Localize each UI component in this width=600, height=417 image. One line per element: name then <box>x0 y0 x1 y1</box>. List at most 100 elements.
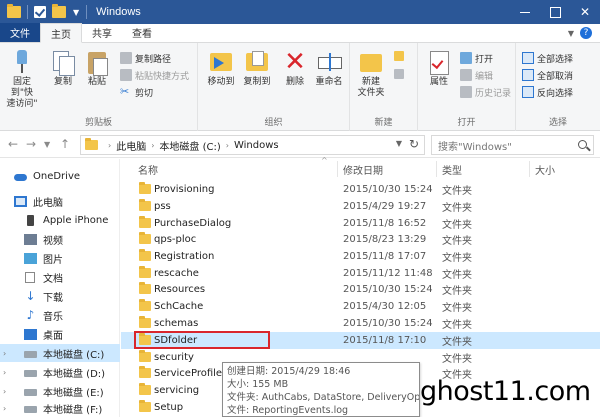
column-divider[interactable] <box>529 161 530 177</box>
select-all-label: 全部选择 <box>537 54 574 65</box>
new-item-icon[interactable] <box>394 51 404 61</box>
copy-to-button[interactable]: 复制到 <box>240 49 274 88</box>
open-icon <box>460 52 472 64</box>
search-icon[interactable] <box>578 140 587 149</box>
maximize-button[interactable] <box>540 0 570 24</box>
nav-item-apple-iphone[interactable]: Apple iPhone <box>0 211 120 229</box>
nav-item-music[interactable]: ♪ 音乐 <box>0 306 120 324</box>
new-folder-button[interactable]: 新建 文件夹 <box>354 49 388 99</box>
select-none-button[interactable]: 全部取消 <box>522 68 573 82</box>
table-row[interactable]: Resources 2015/10/30 15:24 文件夹 <box>121 281 600 298</box>
folder-icon <box>139 316 151 328</box>
open-button[interactable]: 打开 <box>460 51 493 65</box>
scissors-icon: ✂ <box>120 85 130 98</box>
close-button[interactable]: ✕ <box>570 0 600 24</box>
chevron-down-icon[interactable]: ▼ <box>568 29 574 38</box>
breadcrumb-separator[interactable]: › <box>226 141 229 150</box>
breadcrumb-separator[interactable]: › <box>151 141 154 150</box>
breadcrumb-separator[interactable]: › <box>108 141 111 150</box>
paste-button[interactable]: 粘贴 <box>80 49 114 88</box>
nav-item-videos[interactable]: 视频 <box>0 230 120 248</box>
rename-button[interactable]: 重命名 <box>312 49 346 88</box>
copy-path-button[interactable]: 复制路径 <box>120 51 171 65</box>
nav-item-this-pc[interactable]: 此电脑 <box>0 192 120 210</box>
tab-home[interactable]: 主页 <box>40 23 82 43</box>
nav-item-documents[interactable]: 文档 <box>0 268 120 286</box>
column-header-name[interactable]: 名称 <box>138 162 158 177</box>
table-row[interactable]: PurchaseDialog 2015/11/8 16:52 文件夹 <box>121 215 600 232</box>
table-row[interactable]: pss 2015/4/29 19:27 文件夹 <box>121 198 600 215</box>
select-all-button[interactable]: 全部选择 <box>522 51 573 65</box>
nav-item-downloads[interactable]: ↓ 下载 <box>0 287 120 305</box>
breadcrumb-windows[interactable]: Windows <box>234 140 279 151</box>
table-row[interactable]: Registration 2015/11/8 17:07 文件夹 <box>121 248 600 265</box>
nav-item-label: 本地磁盘 (D:) <box>43 368 106 380</box>
chevron-right-icon[interactable]: › <box>3 368 6 377</box>
help-icon[interactable]: ? <box>580 27 592 39</box>
refresh-icon[interactable]: ↻ <box>409 137 419 151</box>
breadcrumb-this-pc[interactable]: 此电脑 <box>116 138 146 153</box>
forward-arrow-icon[interactable]: → <box>26 137 36 151</box>
column-header-size[interactable]: 大小 <box>535 162 555 177</box>
quick-access-toolbar: ▼ <box>0 0 90 24</box>
delete-button[interactable]: ✕ 删除 <box>278 49 312 88</box>
file-date: 2015/8/23 13:29 <box>343 233 427 245</box>
invert-selection-button[interactable]: 反向选择 <box>522 85 573 99</box>
file-type: 文件夹 <box>442 269 472 281</box>
column-divider[interactable] <box>337 161 338 177</box>
column-header-type[interactable]: 类型 <box>442 162 462 177</box>
nav-item-drive-d[interactable]: › 本地磁盘 (D:) <box>0 363 120 381</box>
copy-button[interactable]: 复制 <box>46 49 80 88</box>
file-date: 2015/10/30 15:24 <box>343 317 433 329</box>
chevron-down-icon[interactable]: ▼ <box>396 139 402 148</box>
recent-chevron-icon[interactable]: ▼ <box>44 140 50 149</box>
file-name: Registration <box>154 250 215 262</box>
tab-share[interactable]: 共享 <box>82 23 122 42</box>
tab-file[interactable]: 文件 <box>0 23 40 42</box>
back-arrow-icon[interactable]: ← <box>8 137 18 151</box>
move-to-button[interactable]: 移动到 <box>204 49 238 88</box>
nav-item-desktop[interactable]: 桌面 <box>0 325 120 343</box>
table-row[interactable]: schemas 2015/10/30 15:24 文件夹 <box>121 315 600 332</box>
nav-item-drive-e[interactable]: › 本地磁盘 (E:) <box>0 382 120 400</box>
up-arrow-icon[interactable]: ↑ <box>60 137 70 151</box>
paste-shortcut-button[interactable]: 粘贴快捷方式 <box>120 68 189 82</box>
folder-icon <box>139 199 151 211</box>
paste-shortcut-label: 粘贴快捷方式 <box>135 71 190 82</box>
edit-button[interactable]: 编辑 <box>460 68 493 82</box>
nav-item-drive-f[interactable]: › 本地磁盘 (F:) <box>0 399 120 417</box>
minimize-button[interactable] <box>510 0 540 24</box>
drive-icon <box>24 369 37 377</box>
column-divider[interactable] <box>436 161 437 177</box>
tab-view[interactable]: 查看 <box>122 23 162 42</box>
history-button[interactable]: 历史记录 <box>460 85 511 99</box>
nav-item-pictures[interactable]: 图片 <box>0 249 120 267</box>
address-path[interactable]: › 此电脑 › 本地磁盘 (C:) › Windows ▼ ↻ <box>80 135 425 155</box>
properties-check-icon[interactable] <box>34 6 46 18</box>
chevron-right-icon[interactable]: › <box>3 349 6 358</box>
breadcrumb-drive-c[interactable]: 本地磁盘 (C:) <box>159 138 220 153</box>
search-input[interactable]: 搜索"Windows" <box>431 135 594 155</box>
folder-icon <box>139 282 151 294</box>
table-row[interactable]: Provisioning 2015/10/30 15:24 文件夹 <box>121 181 600 198</box>
chevron-right-icon[interactable]: › <box>3 387 6 396</box>
chevron-right-icon[interactable]: › <box>3 404 6 413</box>
file-type: 文件夹 <box>442 302 472 314</box>
easy-access-icon[interactable] <box>394 69 404 79</box>
delete-x-icon: ✕ <box>284 47 306 77</box>
table-row[interactable]: rescache 2015/11/12 11:48 文件夹 <box>121 265 600 282</box>
cut-button[interactable]: ✂ 剪切 <box>120 85 153 99</box>
column-header-date[interactable]: 修改日期 <box>343 162 383 177</box>
rename-icon <box>316 49 342 75</box>
nav-item-onedrive[interactable]: OneDrive <box>0 167 120 185</box>
nav-item-drive-c[interactable]: › 本地磁盘 (C:) <box>0 344 120 362</box>
pin-quick-access-button[interactable]: 固定到"快 速访问" <box>2 49 42 110</box>
table-row[interactable]: qps-ploc 2015/8/23 13:29 文件夹 <box>121 231 600 248</box>
properties-button[interactable]: 属性 <box>422 49 456 88</box>
table-row[interactable]: SchCache 2015/4/30 12:05 文件夹 <box>121 298 600 315</box>
divider <box>27 5 28 19</box>
new-folder-quick-icon[interactable] <box>52 4 66 18</box>
ribbon: 固定到"快 速访问" 复制 粘贴 复制路径 粘贴快捷方式 ✂ 剪切 剪贴板 移动… <box>0 43 600 131</box>
window-title: Windows <box>96 6 141 18</box>
chevron-down-icon[interactable]: ▼ <box>73 8 79 17</box>
